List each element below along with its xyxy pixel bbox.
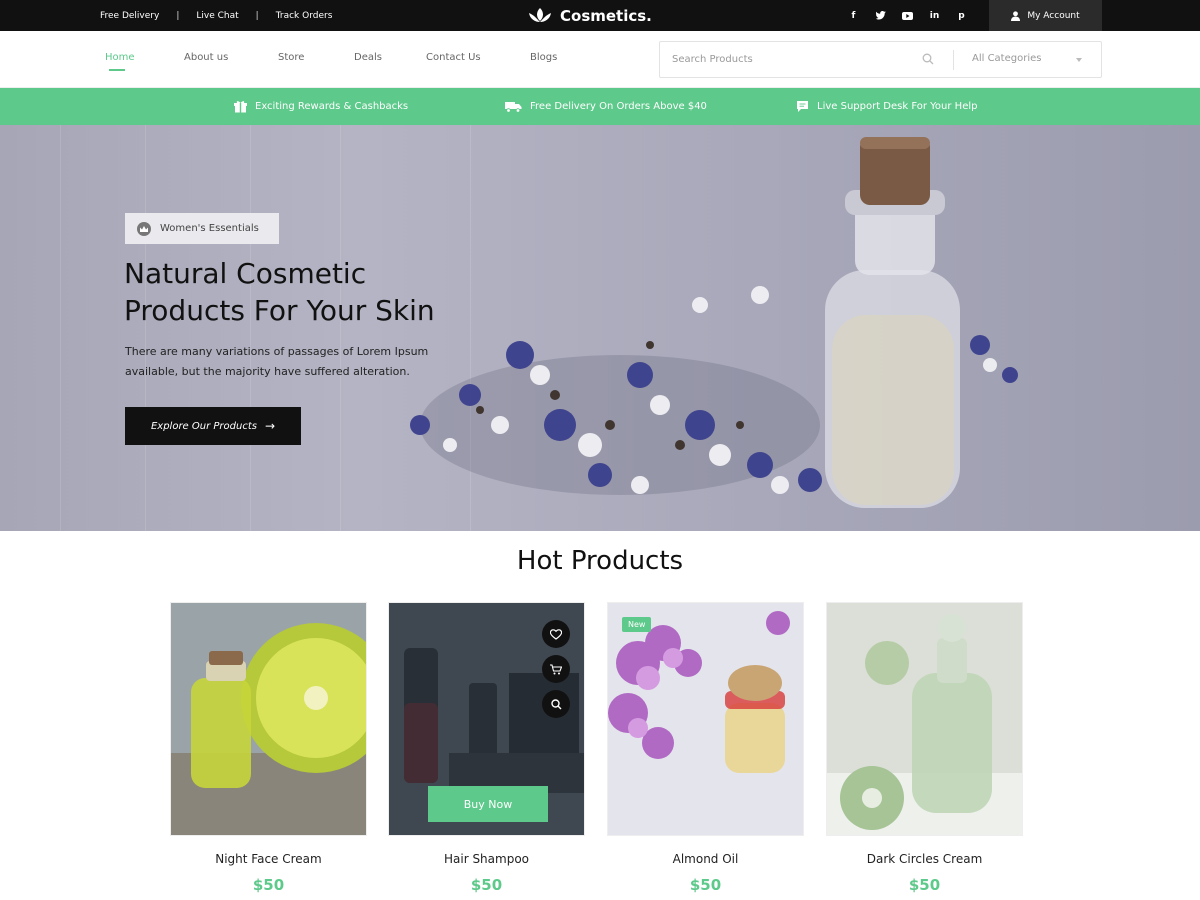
product-image[interactable]: Buy Now	[388, 602, 585, 836]
separator: |	[255, 10, 259, 21]
night-face-cream-photo	[171, 603, 366, 835]
hero-desc-line2: available, but the majority have suffere…	[125, 365, 410, 378]
product-image[interactable]: New	[607, 602, 804, 836]
new-badge: New	[622, 617, 652, 632]
heart-icon	[550, 628, 562, 640]
hero-description: There are many variations of passages of…	[125, 342, 465, 382]
chevron-down-icon[interactable]	[1076, 58, 1082, 62]
crown-icon	[137, 221, 151, 236]
separator: |	[176, 10, 180, 21]
truck-icon	[505, 101, 522, 113]
gift-icon	[234, 101, 247, 113]
track-orders-link[interactable]: Track Orders	[276, 11, 333, 21]
product-name[interactable]: Hair Shampoo	[388, 852, 585, 866]
product-name[interactable]: Almond Oil	[607, 852, 804, 866]
quick-view-button[interactable]	[542, 690, 570, 718]
linkedin-icon[interactable]: in	[921, 0, 948, 31]
dark-circles-cream-photo	[827, 603, 1022, 835]
promo-delivery-text: Free Delivery On Orders Above $40	[530, 101, 707, 112]
top-links: Free Delivery | Live Chat | Track Orders	[100, 0, 332, 31]
buy-now-button[interactable]: Buy Now	[428, 786, 548, 822]
arrow-right-icon: →	[264, 419, 276, 433]
product-image[interactable]	[170, 602, 367, 836]
product-price: $50	[908, 876, 941, 894]
twitter-icon[interactable]	[867, 0, 894, 31]
top-bar: Free Delivery | Live Chat | Track Orders…	[0, 0, 1200, 31]
nav-store[interactable]: Store	[278, 52, 304, 63]
category-select[interactable]: All Categories	[972, 53, 1041, 64]
promo-bar: Exciting Rewards & Cashbacks Free Delive…	[0, 88, 1200, 125]
hot-products-title: Hot Products	[516, 546, 684, 576]
promo-rewards: Exciting Rewards & Cashbacks	[234, 88, 408, 125]
search-icon	[550, 698, 561, 709]
nav-deals[interactable]: Deals	[354, 52, 382, 63]
product-price: $50	[689, 876, 722, 894]
nav-home[interactable]: Home	[105, 52, 135, 63]
explore-products-label: Explore Our Products	[150, 420, 257, 432]
promo-support-text: Live Support Desk For Your Help	[817, 101, 978, 112]
nav-blogs[interactable]: Blogs	[530, 52, 557, 63]
search-divider	[953, 50, 954, 70]
product-card: Buy Now Hair Shampoo $50	[388, 602, 585, 894]
facebook-icon[interactable]: f	[840, 0, 867, 31]
product-name[interactable]: Night Face Cream	[170, 852, 367, 866]
pinterest-icon[interactable]: p	[948, 0, 975, 31]
live-chat-link[interactable]: Live Chat	[196, 11, 238, 21]
my-account-button[interactable]: My Account	[989, 0, 1102, 31]
hero-desc-line1: There are many variations of passages of…	[125, 345, 429, 358]
add-to-cart-button[interactable]	[542, 655, 570, 683]
hero-title: Natural Cosmetic Products For Your Skin	[124, 255, 584, 329]
product-image[interactable]	[826, 602, 1023, 836]
youtube-icon[interactable]	[894, 0, 921, 31]
logo[interactable]: Cosmetics.	[527, 5, 652, 27]
free-delivery-link[interactable]: Free Delivery	[100, 11, 159, 21]
chat-icon	[797, 101, 808, 112]
logo-text: Cosmetics.	[560, 7, 652, 25]
hero-badge-text: Women's Essentials	[160, 223, 259, 234]
hero-title-line2: Products For Your Skin	[124, 294, 435, 327]
active-nav-indicator	[109, 69, 125, 71]
search-box: All Categories	[659, 41, 1102, 78]
product-card: Night Face Cream $50	[170, 602, 367, 894]
product-card: Dark Circles Cream $50	[826, 602, 1023, 894]
product-price: $50	[470, 876, 503, 894]
hero-title-line1: Natural Cosmetic	[124, 257, 367, 290]
search-icon[interactable]	[922, 53, 934, 65]
search-input[interactable]	[660, 42, 950, 77]
product-price: $50	[252, 876, 285, 894]
my-account-label: My Account	[1027, 10, 1080, 21]
main-nav: Home About us Store Deals Contact Us Blo…	[0, 31, 1200, 88]
promo-delivery: Free Delivery On Orders Above $40	[505, 88, 707, 125]
explore-products-button[interactable]: Explore Our Products →	[125, 407, 301, 445]
hero-badge: Women's Essentials	[125, 213, 279, 244]
promo-rewards-text: Exciting Rewards & Cashbacks	[255, 101, 409, 112]
cart-icon	[550, 663, 562, 674]
product-name[interactable]: Dark Circles Cream	[826, 852, 1023, 866]
social-links: f in p	[840, 0, 975, 31]
nav-about-us[interactable]: About us	[184, 52, 228, 63]
promo-support: Live Support Desk For Your Help	[796, 88, 977, 125]
wishlist-button[interactable]	[542, 620, 570, 648]
lotus-icon	[529, 8, 551, 22]
nav-contact-us[interactable]: Contact Us	[426, 52, 481, 63]
user-icon	[1011, 10, 1021, 21]
hero-banner: Women's Essentials Natural Cosmetic Prod…	[0, 125, 1200, 531]
almond-oil-photo	[608, 603, 803, 835]
product-card: New Almond Oil $50	[607, 602, 804, 894]
